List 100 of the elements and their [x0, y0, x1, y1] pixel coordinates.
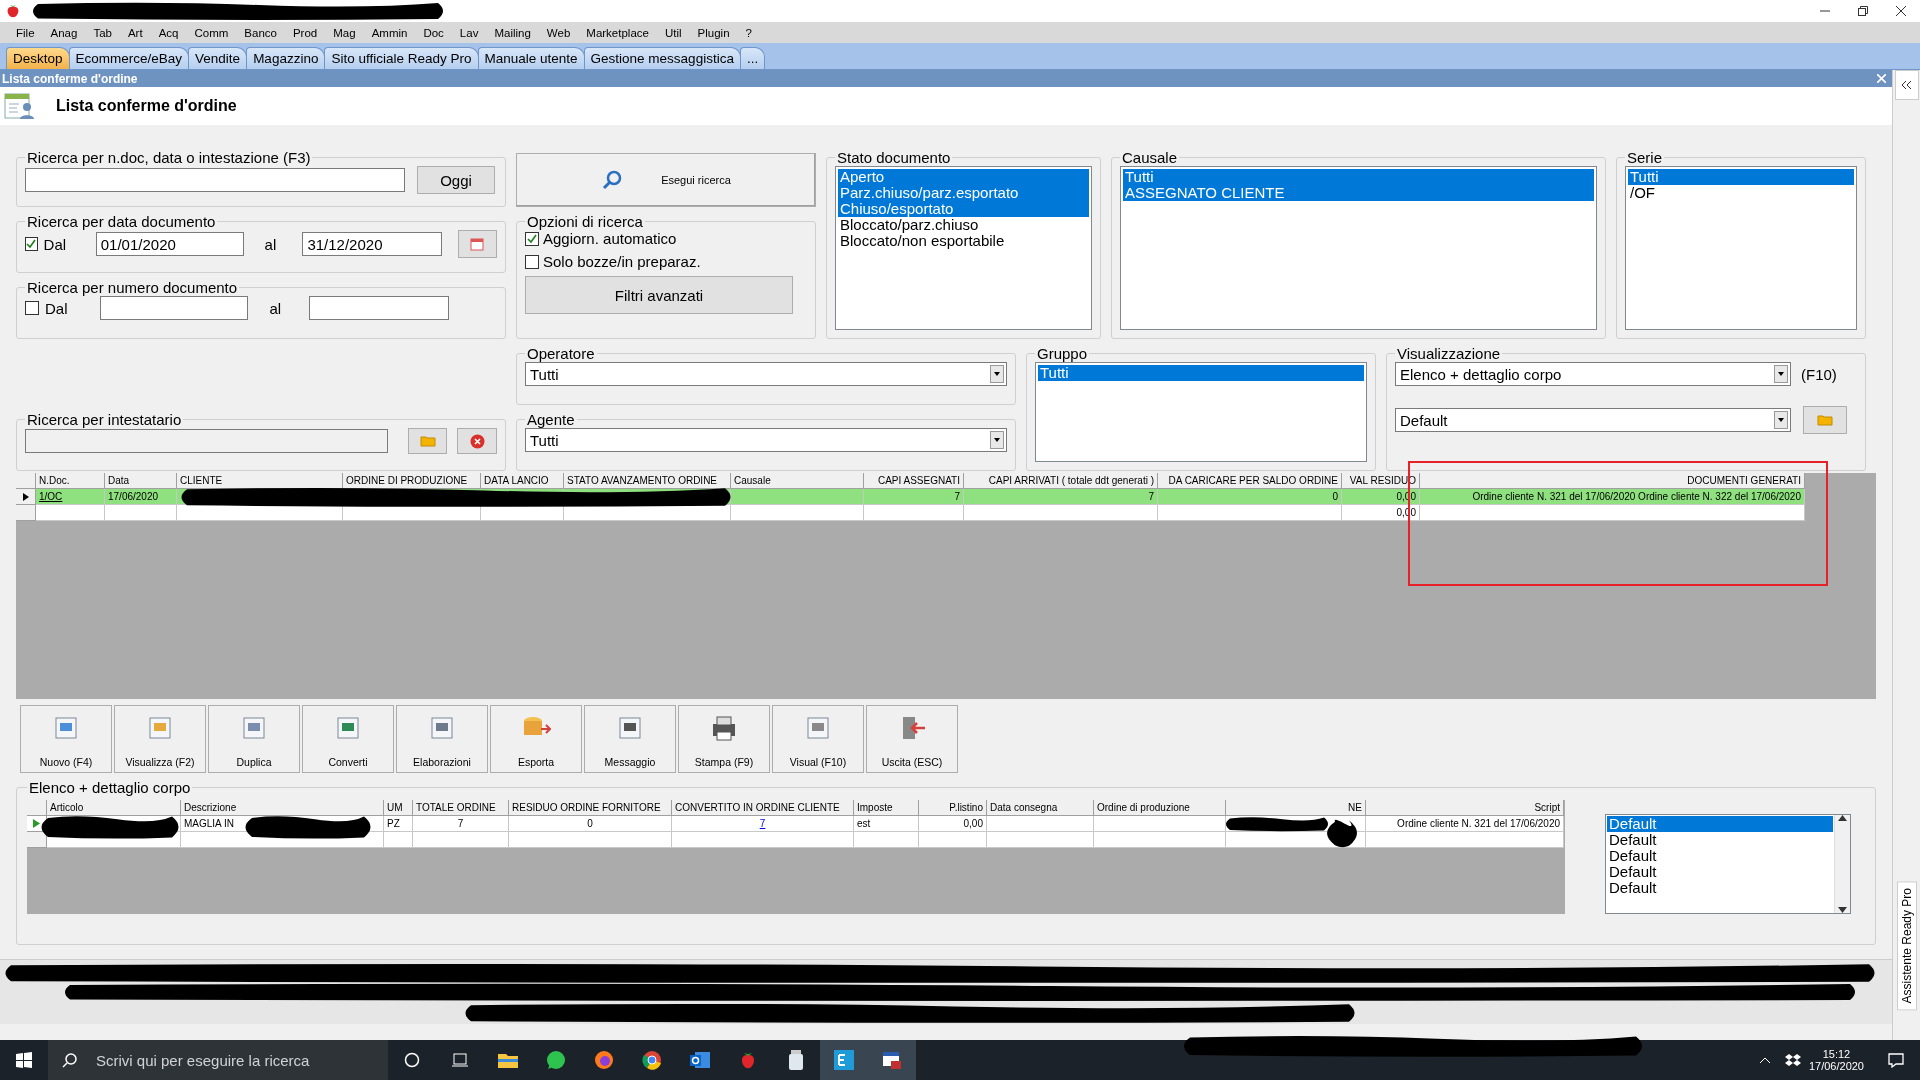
menu-item[interactable]: Util: [656, 26, 690, 39]
column-header[interactable]: NE: [1226, 800, 1366, 816]
run-search-button[interactable]: Esegui ricerca: [516, 153, 816, 207]
column-header[interactable]: DA CARICARE PER SALDO ORDINE: [1158, 473, 1342, 489]
menu-item[interactable]: Art: [119, 26, 151, 39]
menu-item[interactable]: Lav: [451, 26, 487, 39]
menu-item[interactable]: Prod: [284, 26, 326, 39]
taskbar-search-field[interactable]: Scrivi qui per eseguire la ricerca: [48, 1040, 388, 1080]
column-header[interactable]: P.listino: [919, 800, 987, 816]
list-item[interactable]: Bloccato/non esportabile: [838, 233, 1089, 249]
list-item[interactable]: /OF: [1628, 185, 1854, 201]
menu-item[interactable]: Comm: [186, 26, 237, 39]
column-header[interactable]: Script: [1366, 800, 1564, 816]
tab[interactable]: ...: [739, 47, 766, 69]
column-header[interactable]: RESIDUO ORDINE FORNITORE: [509, 800, 672, 816]
list-item[interactable]: Tutti: [1628, 169, 1854, 185]
checkbox[interactable]: [25, 301, 39, 315]
column-header[interactable]: DATA LANCIO: [481, 473, 564, 489]
column-header[interactable]: Articolo: [47, 800, 181, 816]
column-header[interactable]: Imposte: [854, 800, 919, 816]
tab[interactable]: Sito ufficiale Ready Pro: [324, 47, 479, 69]
tab[interactable]: Desktop: [6, 47, 70, 69]
column-header[interactable]: CAPI ARRIVATI ( totale ddt generati ): [964, 473, 1158, 489]
menu-item[interactable]: Marketplace: [578, 26, 657, 39]
list-item[interactable]: Default: [1607, 864, 1833, 880]
column-header[interactable]: STATO AVANZAMENTO ORDINE: [564, 473, 731, 489]
list-item[interactable]: ASSEGNATO CLIENTE: [1123, 185, 1594, 201]
number-field[interactable]: [99, 296, 248, 320]
menu-item[interactable]: Mag: [325, 26, 364, 39]
column-header[interactable]: N.Doc.: [36, 473, 105, 489]
number-field[interactable]: [309, 296, 450, 320]
column-header[interactable]: CONVERTITO IN ORDINE CLIENTE: [672, 800, 854, 816]
list-item[interactable]: Aperto: [838, 169, 1089, 185]
column-header[interactable]: Causale: [731, 473, 864, 489]
list-item[interactable]: Default: [1607, 848, 1833, 864]
column-header[interactable]: Ordine di produzione: [1094, 800, 1226, 816]
checkbox[interactable]: [25, 237, 38, 251]
row-header[interactable]: [27, 832, 47, 848]
column-header[interactable]: Data: [105, 473, 177, 489]
menu-item[interactable]: Web: [538, 26, 579, 39]
notification-icon[interactable]: [1888, 1052, 1904, 1068]
toolbar-button[interactable]: Stampa (F9): [678, 705, 770, 773]
column-header[interactable]: CLIENTE: [177, 473, 343, 489]
menu-item[interactable]: Doc: [415, 26, 452, 39]
toolbar-button[interactable]: Esporta: [490, 705, 582, 773]
checkbox[interactable]: [525, 254, 539, 269]
toolbar-button[interactable]: Visualizza (F2): [114, 705, 206, 773]
dropbox-icon[interactable]: [1784, 1053, 1801, 1067]
column-header[interactable]: TOTALE ORDINE: [413, 800, 509, 816]
toolbar-button[interactable]: Visual (F10): [772, 705, 864, 773]
menu-item[interactable]: ?: [737, 26, 760, 39]
date-field[interactable]: 31/12/2020: [302, 232, 443, 256]
tab[interactable]: Gestione messaggistica: [583, 47, 741, 69]
row-header[interactable]: [16, 489, 36, 505]
tab[interactable]: Magazzino: [246, 47, 326, 69]
app-icon[interactable]: [820, 1040, 868, 1080]
tab[interactable]: Ecommerce/eBay: [68, 47, 190, 69]
chevron-up-icon[interactable]: [1758, 1056, 1771, 1064]
column-header[interactable]: Data consegna: [987, 800, 1094, 816]
tab[interactable]: Manuale utente: [477, 47, 585, 69]
list-item[interactable]: Tutti: [1123, 169, 1594, 185]
list-item[interactable]: Default: [1607, 880, 1833, 896]
advanced-filters-button[interactable]: Filtri avanzati: [525, 276, 793, 314]
toolbar-button[interactable]: Duplica: [208, 705, 300, 773]
clear-button[interactable]: [457, 428, 497, 454]
menu-item[interactable]: Mailing: [486, 26, 539, 39]
tab[interactable]: Vendite: [188, 47, 248, 69]
side-panel-tab[interactable]: Assistente Ready Pro: [1896, 880, 1917, 1010]
holder-field[interactable]: [25, 429, 388, 453]
list-item[interactable]: Default: [1607, 832, 1833, 848]
operator-dropdown[interactable]: Tutti: [525, 362, 1007, 386]
column-header[interactable]: Descrizione: [181, 800, 384, 816]
calendar-button[interactable]: [457, 230, 497, 258]
view-dropdown[interactable]: Elenco + dettaglio corpo: [1395, 362, 1791, 386]
toolbar-button[interactable]: Uscita (ESC): [866, 705, 958, 773]
toolbar-button[interactable]: Converti: [302, 705, 394, 773]
date-field[interactable]: 01/01/2020: [95, 232, 244, 256]
search-field[interactable]: [25, 168, 405, 192]
close-icon[interactable]: [1896, 6, 1906, 16]
agent-dropdown[interactable]: Tutti: [525, 428, 1007, 452]
converted-link[interactable]: 7: [672, 816, 854, 832]
column-header[interactable]: DOCUMENTI GENERATI: [1420, 473, 1805, 489]
layout-dropdown[interactable]: Default: [1395, 408, 1791, 432]
today-button[interactable]: Oggi: [417, 166, 495, 194]
toolbar-button[interactable]: Elaborazioni: [396, 705, 488, 773]
menu-item[interactable]: File: [8, 26, 43, 39]
list-item[interactable]: Chiuso/esportato: [838, 201, 1089, 217]
menu-item[interactable]: Banco: [236, 26, 285, 39]
document-link[interactable]: 1/OC: [36, 489, 105, 505]
menu-item[interactable]: Acq: [150, 26, 187, 39]
menu-item[interactable]: Ammin: [363, 26, 416, 39]
column-header[interactable]: ORDINE DI PRODUZIONE: [343, 473, 481, 489]
list-item[interactable]: Bloccato/parz.chiuso: [838, 217, 1089, 233]
toolbar-button[interactable]: Nuovo (F4): [20, 705, 112, 773]
collapse-button[interactable]: [1894, 70, 1919, 100]
checkbox[interactable]: [525, 231, 539, 246]
list-item[interactable]: Default: [1607, 816, 1833, 832]
menu-item[interactable]: Plugin: [689, 26, 738, 39]
list-item[interactable]: Parz.chiuso/parz.esportato: [838, 185, 1089, 201]
app-icon[interactable]: [868, 1040, 916, 1080]
